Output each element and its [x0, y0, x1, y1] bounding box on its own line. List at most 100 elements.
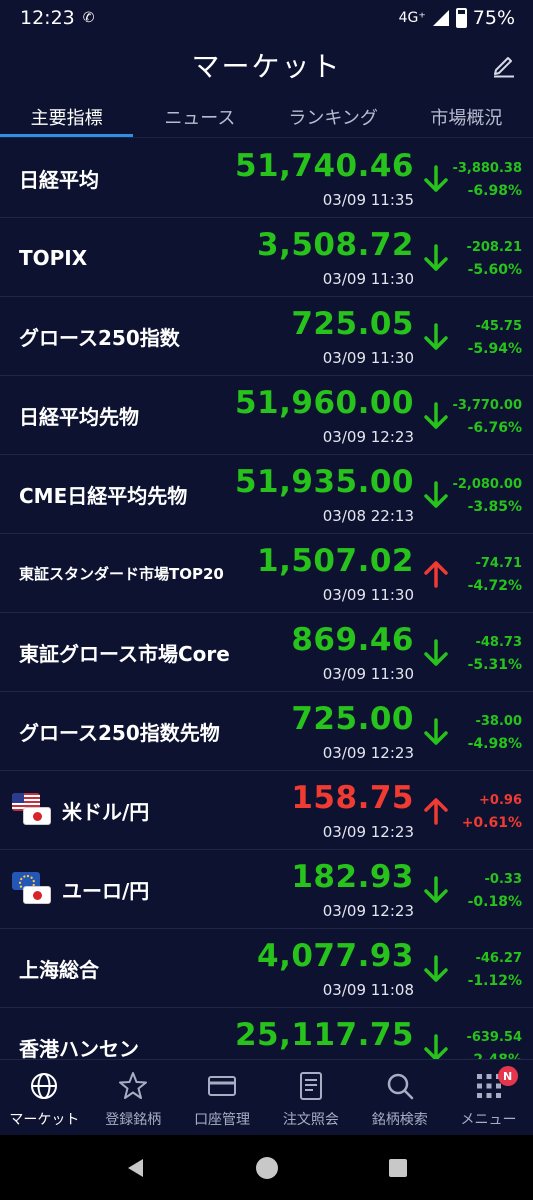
- market-price: 158.75: [291, 780, 414, 816]
- search-icon: [387, 1073, 413, 1100]
- arrow-down-icon: [423, 954, 449, 984]
- nav-account[interactable]: 口座管理: [178, 1060, 267, 1135]
- market-name: CME日経平均先物: [19, 484, 188, 508]
- system-nav-bar: [0, 1135, 533, 1200]
- market-row[interactable]: グロース250指数先物 725.00 03/09 12:23 -38.00 -4.98%: [0, 692, 533, 771]
- market-name: 米ドル/円: [62, 800, 150, 824]
- market-row[interactable]: TOPIX 3,508.72 03/09 11:30 -208.21 -5.60%: [0, 218, 533, 297]
- market-change: -2,080.00: [452, 477, 522, 492]
- arrow-down-icon: [423, 401, 449, 431]
- status-right: 4G⁺ 75%: [399, 7, 515, 29]
- market-name: 上海総合: [19, 958, 99, 982]
- market-row[interactable]: 上海総合 4,077.93 03/09 11:08 -46.27 -1.12%: [0, 929, 533, 1008]
- market-row[interactable]: 米ドル/円 158.75 03/09 12:23 +0.96 +0.61%: [0, 771, 533, 850]
- wifi-call-icon: ✆: [82, 10, 95, 26]
- market-change-percent: -6.76%: [467, 420, 522, 436]
- market-price: 182.93: [291, 859, 414, 895]
- recents-button[interactable]: [386, 1156, 410, 1180]
- status-time: 12:23: [20, 7, 75, 29]
- market-price: 3,508.72: [257, 227, 414, 263]
- app-screen: 12:23 ✆ 4G⁺ 75% マーケット 主要指標 ニュース ランキング 市場…: [0, 0, 533, 1200]
- network-type: 4G⁺: [398, 10, 426, 26]
- edit-button[interactable]: [489, 50, 519, 80]
- market-row[interactable]: グロース250指数 725.05 03/09 11:30 -45.75 -5.94%: [0, 297, 533, 376]
- market-name: TOPIX: [19, 245, 88, 270]
- market-price: 51,935.00: [234, 464, 414, 500]
- market-change-percent: -4.72%: [467, 578, 522, 594]
- arrow-up-icon: [423, 796, 449, 826]
- currency-flag-icon: [12, 872, 54, 908]
- arrow-down-icon: [423, 243, 449, 273]
- nav-watchlist-label: 登録銘柄: [105, 1112, 162, 1128]
- tab-news[interactable]: ニュース: [133, 96, 266, 137]
- market-timestamp: 03/09 11:08: [322, 981, 414, 999]
- market-price: 869.46: [291, 622, 414, 658]
- market-change-percent: -5.31%: [467, 657, 522, 673]
- market-price: 4,077.93: [257, 938, 414, 974]
- market-row[interactable]: 日経平均 51,740.46 03/09 11:35 -3,880.38 -6.98%: [0, 139, 533, 218]
- status-bar: 12:23 ✆ 4G⁺ 75%: [0, 0, 533, 36]
- market-row[interactable]: 東証スタンダード市場TOP20 1,507.02 03/09 11:30 -74.71…: [0, 534, 533, 613]
- nav-search[interactable]: 銘柄検索: [355, 1060, 444, 1135]
- market-name: 東証グロース市場Core: [19, 642, 230, 666]
- battery-icon: [455, 8, 467, 28]
- japan-flag-icon: [23, 886, 51, 904]
- nav-menu[interactable]: N メニュー: [444, 1060, 533, 1135]
- market-change: -45.75: [475, 319, 522, 334]
- market-timestamp: 03/09 11:30: [322, 270, 414, 288]
- market-price: 51,960.00: [234, 385, 414, 421]
- market-change-percent: -3.85%: [467, 499, 522, 515]
- tab-ranking[interactable]: ランキング: [267, 96, 400, 137]
- market-change: -46.27: [475, 951, 522, 966]
- signal-icon: [432, 10, 449, 26]
- home-button[interactable]: [255, 1156, 279, 1180]
- market-row[interactable]: 東証グロース市場Core 869.46 03/09 11:30 -48.73 -5.31…: [0, 613, 533, 692]
- tab-bar: 主要指標 ニュース ランキング 市場概況: [0, 96, 533, 138]
- document-icon: [299, 1072, 322, 1100]
- market-timestamp: 03/09 12:23: [322, 823, 414, 841]
- arrow-down-icon: [423, 717, 449, 747]
- market-change-percent: -4.98%: [467, 736, 522, 752]
- market-change-percent: -5.94%: [467, 341, 522, 357]
- nav-watchlist[interactable]: 登録銘柄: [89, 1060, 178, 1135]
- pencil-icon: [494, 57, 514, 78]
- market-row[interactable]: CME日経平均先物 51,935.00 03/08 22:13 -2,080.00 -3…: [0, 455, 533, 534]
- market-change-percent: -1.12%: [467, 973, 522, 989]
- notification-badge: N: [497, 1066, 518, 1086]
- nav-orders[interactable]: 注文照会: [266, 1060, 355, 1135]
- market-timestamp: 03/09 11:30: [322, 586, 414, 604]
- app-header: マーケット: [0, 36, 533, 94]
- market-name: 日経平均先物: [19, 405, 139, 429]
- back-button[interactable]: [124, 1156, 148, 1180]
- market-row[interactable]: 日経平均先物 51,960.00 03/09 12:23 -3,770.00 -6.76…: [0, 376, 533, 455]
- arrow-down-icon: [423, 164, 449, 194]
- market-row[interactable]: ユーロ/円 182.93 03/09 12:23 -0.33 -0.18%: [0, 850, 533, 929]
- nav-market[interactable]: マーケット: [0, 1060, 89, 1135]
- market-price: 51,740.46: [234, 148, 414, 184]
- tab-market-overview[interactable]: 市場概況: [400, 96, 533, 137]
- market-change: -74.71: [475, 556, 522, 571]
- back-triangle-icon: [127, 1158, 143, 1177]
- market-name: グロース250指数: [19, 326, 180, 350]
- market-change: -639.54: [466, 1030, 522, 1045]
- battery-percent: 75%: [472, 7, 515, 29]
- page-title: マーケット: [191, 50, 342, 83]
- market-change-percent: +0.61%: [461, 815, 522, 831]
- japan-flag-icon: [23, 807, 51, 825]
- market-change: -208.21: [466, 240, 522, 255]
- market-change-percent: -6.98%: [467, 183, 522, 199]
- market-name: ユーロ/円: [62, 879, 150, 903]
- market-name: 日経平均: [19, 168, 99, 192]
- market-change: -3,770.00: [452, 398, 522, 413]
- nav-menu-label: メニュー: [460, 1112, 517, 1128]
- arrow-down-icon: [423, 480, 449, 510]
- nav-search-label: 銘柄検索: [371, 1112, 428, 1128]
- market-name: 東証スタンダード市場TOP20: [19, 565, 224, 583]
- arrow-down-icon: [423, 875, 449, 905]
- market-timestamp: 03/09 12:23: [322, 744, 414, 762]
- home-circle-icon: [255, 1156, 278, 1179]
- tab-main-indicators[interactable]: 主要指標: [0, 96, 134, 137]
- market-list: 日経平均 51,740.46 03/09 11:35 -3,880.38 -6.98% T…: [0, 139, 533, 1087]
- nav-market-label: マーケット: [9, 1112, 80, 1128]
- market-timestamp: 03/09 12:23: [322, 428, 414, 446]
